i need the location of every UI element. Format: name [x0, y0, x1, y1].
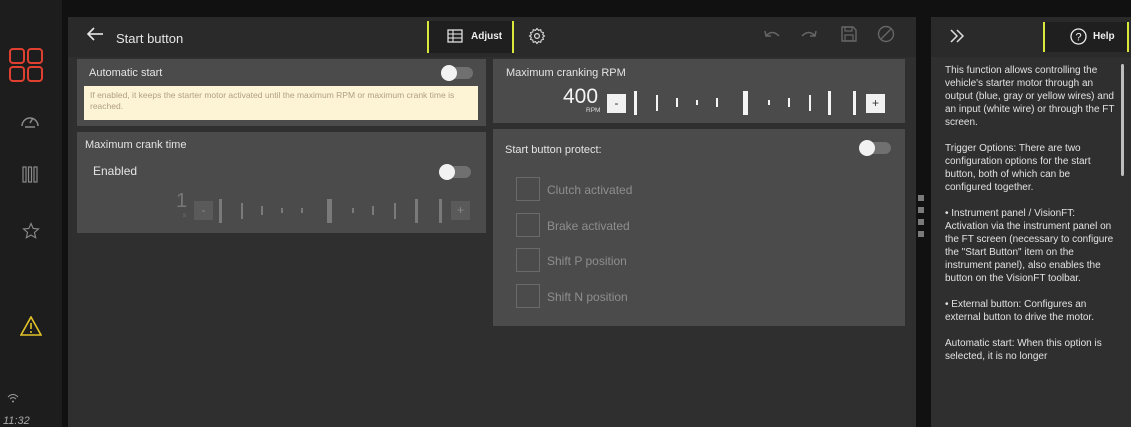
help-button-label: Help: [1093, 31, 1115, 42]
rpm-value: 400: [563, 85, 599, 108]
rpm-ruler[interactable]: [630, 91, 860, 115]
clock-time: 11:32: [3, 415, 30, 427]
crank-time-value: 1: [176, 190, 188, 212]
rpm-plus-button[interactable]: +: [866, 94, 885, 113]
help-paragraph: This function allows controlling the veh…: [945, 65, 1115, 128]
crank-time-plus-button[interactable]: +: [451, 201, 470, 220]
checkbox[interactable]: [516, 248, 540, 272]
max-crank-time-enabled-label: Enabled: [93, 164, 138, 178]
undo-icon[interactable]: [763, 27, 781, 41]
help-paragraph: Trigger Options: There are two configura…: [945, 143, 1091, 193]
help-paragraph: • Instrument panel / VisionFT: Activatio…: [945, 208, 1114, 284]
checkbox[interactable]: [516, 213, 540, 237]
max-crank-time-label: Maximum crank time: [85, 139, 187, 151]
max-crank-time-toggle[interactable]: [439, 164, 471, 180]
dashboard-gauge-icon[interactable]: [19, 111, 41, 129]
columns-icon[interactable]: [22, 166, 38, 184]
wifi-icon: [7, 394, 19, 403]
rpm-unit: RPM: [586, 107, 601, 114]
checkbox[interactable]: [516, 284, 540, 308]
option-label: Brake activated: [547, 219, 630, 233]
table-icon: [447, 29, 463, 43]
crank-time-ruler[interactable]: [215, 199, 445, 223]
automatic-start-hint: If enabled, it keeps the starter motor a…: [84, 86, 478, 120]
option-label: Clutch activated: [547, 183, 633, 197]
redo-icon[interactable]: [800, 27, 818, 41]
star-icon[interactable]: [22, 222, 40, 240]
crank-time-minus-button[interactable]: -: [194, 201, 213, 220]
checkbox[interactable]: [516, 177, 540, 201]
option-label: Shift P position: [547, 254, 627, 268]
gear-icon[interactable]: [528, 27, 546, 45]
help-text: This function allows controlling the veh…: [945, 64, 1117, 418]
automatic-start-toggle[interactable]: [441, 65, 473, 81]
grid-icon[interactable]: [9, 48, 43, 82]
option-label: Shift N position: [547, 290, 628, 304]
rpm-minus-button[interactable]: -: [607, 94, 626, 113]
cancel-icon[interactable]: [877, 25, 895, 43]
help-scrollbar[interactable]: [1121, 64, 1124, 176]
tab-adjust-label: Adjust: [471, 31, 503, 42]
start-button-protect-toggle[interactable]: [859, 140, 891, 156]
tab-adjust[interactable]: Adjust: [427, 21, 514, 53]
help-button[interactable]: ? Help: [1043, 22, 1129, 52]
page-title: Start button: [116, 31, 184, 46]
crank-time-unit: s: [183, 213, 186, 219]
help-icon: ?: [1070, 28, 1087, 45]
help-paragraph: Automatic start: When this option is sel…: [945, 338, 1102, 362]
svg-text:?: ?: [1075, 32, 1081, 44]
back-arrow-icon[interactable]: [86, 27, 104, 41]
warning-icon[interactable]: [20, 316, 42, 336]
left-rail: 11:32: [0, 0, 62, 427]
automatic-start-label: Automatic start: [89, 67, 163, 79]
expand-icon[interactable]: [949, 29, 965, 43]
start-button-protect-label: Start button protect:: [505, 144, 602, 156]
save-icon[interactable]: [840, 25, 858, 43]
help-paragraph: • External button: Configures an externa…: [945, 299, 1094, 323]
max-cranking-rpm-label: Maximum cranking RPM: [506, 67, 626, 79]
